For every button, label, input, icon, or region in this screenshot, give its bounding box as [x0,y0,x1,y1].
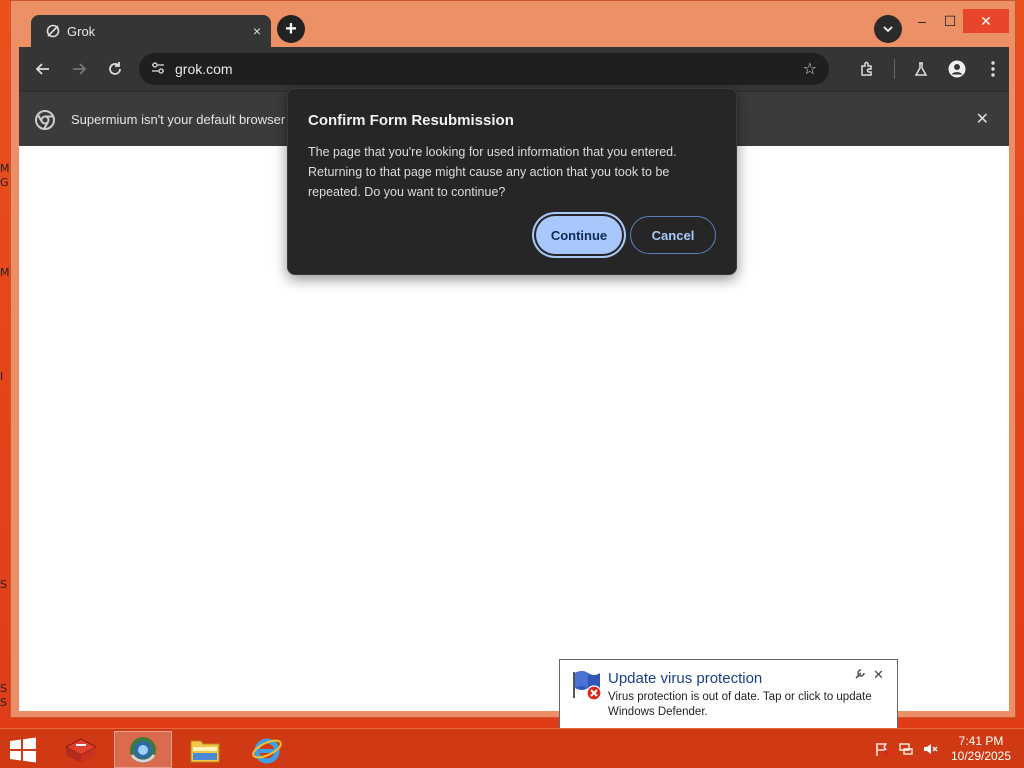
tab-search-button[interactable] [874,15,902,43]
site-info-icon[interactable] [151,61,165,78]
action-center-flag-icon [573,671,602,701]
notification-close-icon[interactable]: ✕ [873,667,884,683]
browser-toolbar: grok.com ☆ [19,47,1009,91]
bookmark-star-icon[interactable]: ☆ [803,59,817,79]
start-windows-icon[interactable] [8,737,38,763]
action-center-tray-icon[interactable] [874,741,890,757]
forward-button[interactable] [69,59,89,79]
taskbar-app-toolbox[interactable] [52,731,110,768]
volume-muted-icon[interactable] [922,741,938,757]
continue-button[interactable]: Continue [536,216,622,254]
back-arrow-icon [35,63,49,75]
close-window-button[interactable]: ✕ [963,9,1009,33]
forward-arrow-icon [73,63,87,75]
grok-favicon-icon [45,23,61,39]
back-button[interactable] [33,59,53,79]
system-clock[interactable]: 7:41 PM 10/29/2025 [946,734,1016,764]
folder-icon [190,740,220,762]
infobar-close-icon[interactable]: ✕ [976,109,989,129]
profile-button[interactable] [947,59,967,79]
taskbar: 7:41 PM 10/29/2025 [0,728,1024,768]
desktop-icon-label: S [0,682,7,695]
menu-button[interactable] [983,59,1003,79]
browser-logo-icon [35,110,55,130]
dialog-message: The page that you're looking for used in… [308,145,677,199]
taskbar-app-file-explorer[interactable] [176,731,234,768]
tab-grok[interactable]: Grok × [31,15,271,47]
more-vertical-icon [991,61,995,77]
flask-icon [914,62,928,76]
clock-date: 10/29/2025 [950,749,1012,763]
confirm-resubmission-dialog: Confirm Form Resubmission The page that … [287,88,737,275]
desktop-icon-label: M [0,162,10,175]
virus-protection-notification[interactable]: Update virus protection Virus protection… [559,659,898,729]
chevron-down-icon [883,26,893,33]
reload-icon [109,62,121,75]
wrench-icon[interactable] [854,668,866,683]
infobar-message: Supermium isn't your default browser [71,112,286,127]
address-bar[interactable]: grok.com ☆ [139,53,829,85]
toolbox-icon [64,737,98,763]
tab-title: Grok [67,23,96,39]
title-bar: Grok × + – ☐ ✕ [11,1,1015,47]
notification-title: Update virus protection [608,670,763,687]
profile-icon [948,60,966,78]
desktop-icon-label: M [0,266,10,279]
desktop-icon-label: S [0,578,7,591]
desktop-icon-label: G [0,176,9,189]
browser-app-icon [130,736,156,763]
desktop-icon-label: S [0,696,7,709]
taskbar-app-internet-explorer[interactable] [238,731,296,768]
internet-explorer-icon [252,738,282,763]
new-tab-button[interactable]: + [277,15,305,43]
maximize-button[interactable]: ☐ [933,9,967,33]
toolbar-divider [894,59,895,79]
url-text[interactable]: grok.com [175,61,803,77]
puzzle-icon [861,61,872,76]
clock-time: 7:41 PM [958,734,1004,748]
taskbar-app-browser[interactable] [114,731,172,768]
notification-text: Virus protection is out of date. Tap or … [608,691,872,718]
desktop-icon-label: I [0,370,4,383]
cancel-button[interactable]: Cancel [630,216,716,254]
reload-button[interactable] [105,59,125,79]
extensions-button[interactable] [857,59,877,79]
network-icon[interactable] [898,741,914,757]
dialog-title: Confirm Form Resubmission [308,112,514,129]
labs-button[interactable] [911,59,931,79]
tab-close-icon[interactable]: × [253,23,261,39]
